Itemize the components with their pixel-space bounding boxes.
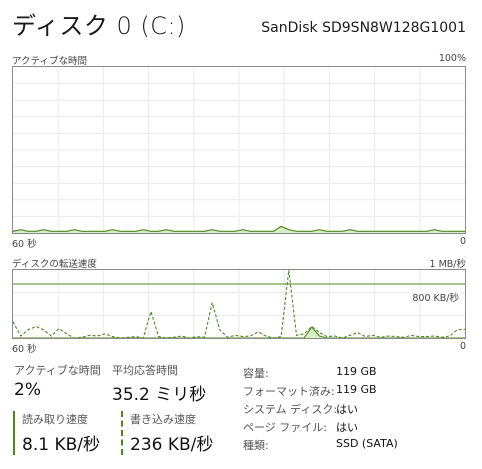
type-label: 種類: [243, 439, 269, 452]
formatted-value: 119 GB [336, 383, 377, 396]
capacity-label: 容量: [243, 367, 269, 380]
system-disk-label: システム ディスク: [243, 403, 338, 416]
system-disk-value: はい [336, 403, 358, 416]
active-time-value: 2% [14, 380, 41, 400]
write-legend-line [121, 411, 123, 455]
transfer-x-left-label: 60 秒 [12, 344, 37, 355]
read-speed-value: 8.1 KB/秒 [22, 435, 100, 455]
page-file-value: はい [336, 421, 358, 434]
type-value: SSD (SATA) [336, 437, 398, 450]
formatted-label: フォーマット済み: [243, 385, 335, 398]
active-time-chart [12, 66, 466, 234]
active-time-x-right-label: 0 [459, 236, 466, 247]
active-time-chart-svg [13, 67, 465, 233]
disk-model: SanDisk SD9SN8W128G1001 [261, 20, 466, 36]
active-time-max-label: 100% [438, 53, 466, 64]
avg-response-value: 35.2 ミリ秒 [112, 385, 207, 405]
page-file-label: ページ ファイル: [243, 421, 327, 434]
transfer-chart: 800 KB/秒 [12, 269, 466, 339]
transfer-ref-label: 800 KB/秒 [410, 290, 461, 304]
active-time-x-left-label: 60 秒 [12, 239, 37, 250]
active-time-chart-title: アクティブな時間 [12, 56, 87, 67]
read-speed-label: 読み取り速度 [22, 413, 88, 426]
transfer-chart-svg [13, 270, 465, 338]
active-time-label: アクティブな時間 [14, 364, 101, 377]
write-speed-label: 書き込み速度 [130, 413, 196, 426]
disk-title: ディスク 0 (C:) [12, 12, 186, 40]
transfer-chart-title: ディスクの転送速度 [12, 259, 97, 270]
avg-response-label: 平均応答時間 [112, 364, 178, 377]
write-speed-value: 236 KB/秒 [130, 435, 214, 455]
transfer-x-right-label: 0 [459, 341, 466, 352]
capacity-value: 119 GB [336, 365, 377, 378]
transfer-max-label: 1 MB/秒 [429, 259, 466, 270]
read-legend-line [13, 411, 15, 455]
